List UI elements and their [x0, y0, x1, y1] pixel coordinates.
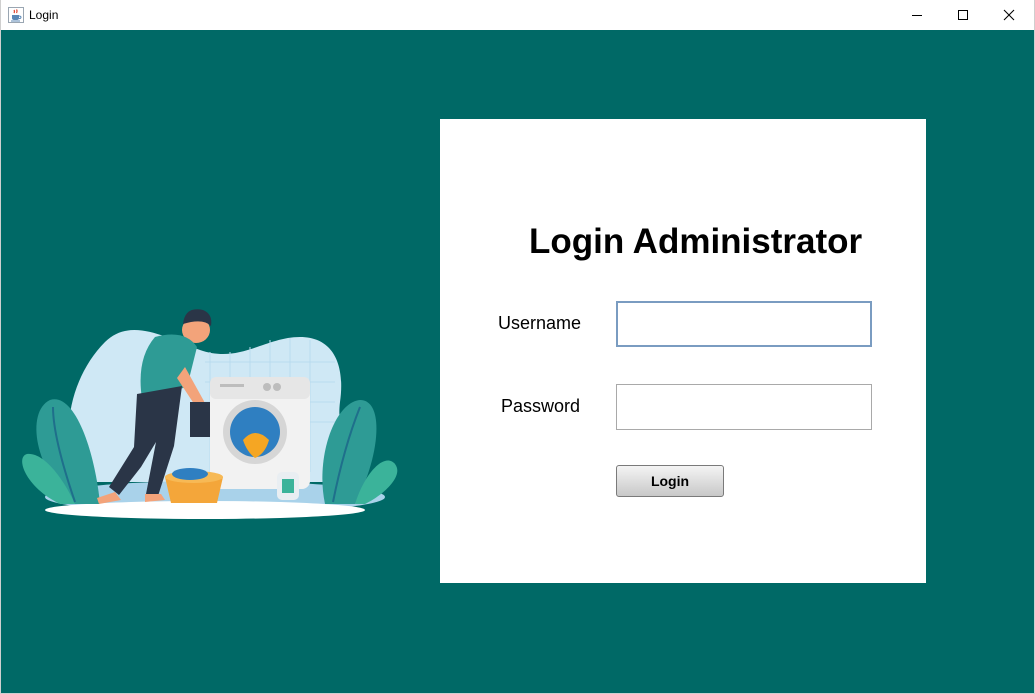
username-label: Username — [498, 313, 582, 333]
login-button[interactable]: Login — [616, 465, 724, 497]
maximize-icon — [958, 10, 968, 20]
laundry-illustration-icon — [22, 309, 398, 519]
window-title: Login — [29, 8, 59, 22]
password-label: Password — [501, 396, 581, 416]
username-field[interactable] — [616, 301, 872, 347]
content-area: Login Administrator Username Password Lo… — [1, 30, 1034, 693]
page-title: Login Administrator — [529, 222, 863, 261]
maximize-button[interactable] — [940, 0, 986, 30]
java-cup-icon — [8, 7, 24, 23]
title-bar[interactable]: Login — [1, 0, 1034, 30]
login-panel: Login Administrator Username Password Lo… — [440, 119, 926, 583]
minimize-icon — [912, 15, 922, 16]
close-icon — [1003, 9, 1015, 21]
close-button[interactable] — [986, 0, 1032, 30]
minimize-button[interactable] — [894, 0, 940, 30]
password-field[interactable] — [616, 384, 872, 430]
login-window: Login Login Administrator Username Passw… — [0, 0, 1035, 694]
